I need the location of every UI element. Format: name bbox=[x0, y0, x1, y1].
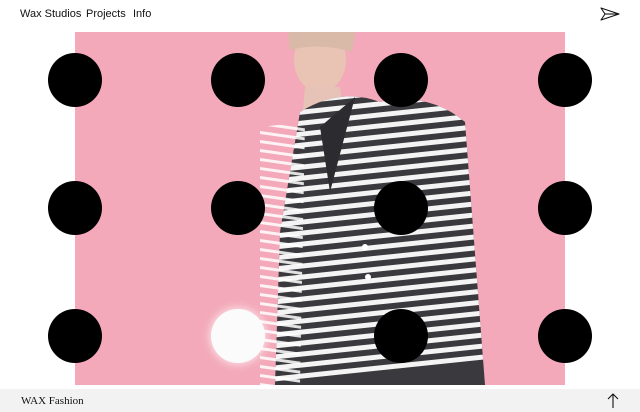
nav-link-projects[interactable]: Projects bbox=[86, 7, 126, 21]
hero-image[interactable] bbox=[75, 32, 565, 385]
polka-dot bbox=[374, 309, 428, 363]
polka-dot bbox=[374, 53, 428, 107]
polka-dot bbox=[75, 181, 102, 235]
footer-bar: WAX Fashion bbox=[0, 389, 640, 412]
polka-dot bbox=[538, 309, 565, 363]
polka-dot-highlight bbox=[211, 309, 265, 363]
polka-dot bbox=[211, 181, 265, 235]
project-title: WAX Fashion bbox=[21, 395, 84, 407]
polka-dot bbox=[374, 181, 428, 235]
polka-dot bbox=[211, 53, 265, 107]
polka-dot bbox=[75, 53, 102, 107]
top-navigation: Wax Studios Projects Info bbox=[0, 0, 640, 28]
polka-dot bbox=[75, 309, 102, 363]
nav-link-info[interactable]: Info bbox=[133, 7, 151, 21]
polka-dot bbox=[538, 53, 565, 107]
polka-dot bbox=[538, 181, 565, 235]
nav-brand-link[interactable]: Wax Studios bbox=[20, 7, 81, 21]
arrow-up-icon[interactable] bbox=[606, 393, 620, 409]
paper-plane-icon[interactable] bbox=[600, 6, 620, 22]
